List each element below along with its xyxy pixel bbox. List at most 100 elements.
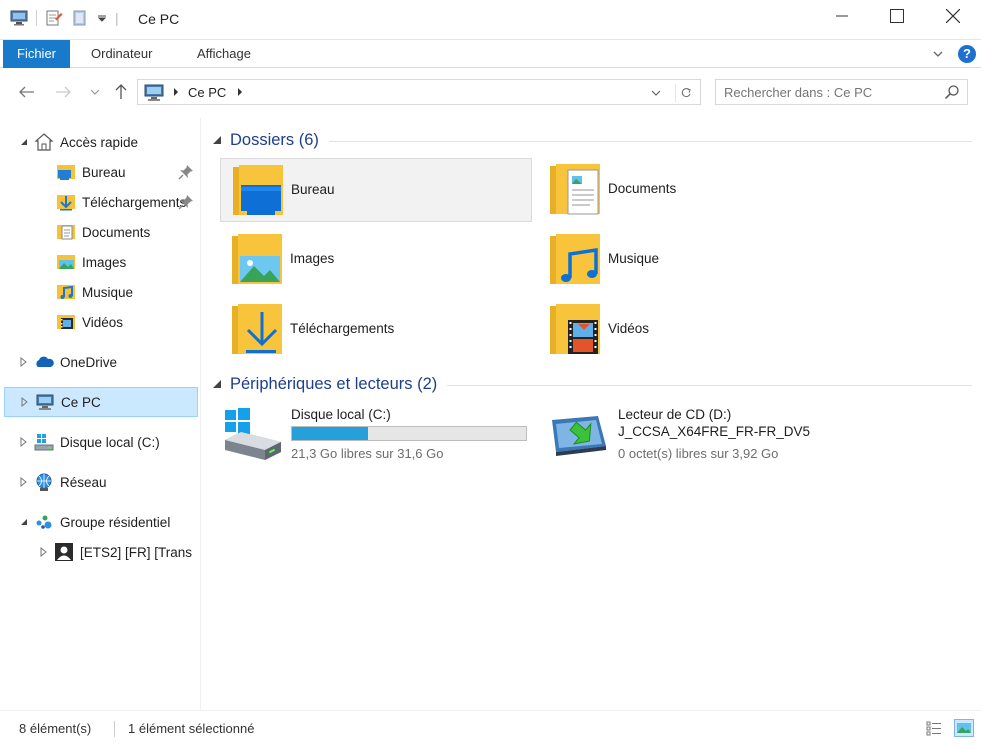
folder-label: Musique	[608, 251, 660, 266]
status-divider	[114, 721, 115, 737]
nav-item-onedrive[interactable]: OneDrive	[4, 347, 198, 377]
search-icon[interactable]	[944, 84, 960, 100]
nav-item-reseau[interactable]: Réseau	[4, 467, 198, 497]
music-folder-icon	[550, 234, 600, 284]
videos-folder-icon	[550, 304, 600, 354]
collapsed-arrow-icon[interactable]	[18, 477, 30, 487]
nav-item-telechargements[interactable]: Téléchargements	[4, 187, 198, 217]
expanded-arrow-icon[interactable]	[18, 138, 30, 146]
back-button[interactable]	[16, 82, 38, 102]
large-icons-view-icon	[957, 723, 971, 733]
maximize-icon	[890, 9, 904, 23]
chevron-right-icon[interactable]	[236, 86, 244, 98]
group-header-peripheriques[interactable]: Périphériques et lecteurs (2)	[212, 372, 972, 396]
group-title: Périphériques et lecteurs (2)	[230, 374, 438, 393]
star-home-icon	[34, 133, 54, 151]
drive-tile-d[interactable]: Lecteur de CD (D:) J_CCSA_X64FRE_FR-FR_DV…	[548, 406, 868, 470]
breadcrumb-ce-pc[interactable]: Ce PC	[188, 85, 226, 100]
nav-item-bureau[interactable]: Bureau	[4, 157, 198, 187]
group-header-dossiers[interactable]: Dossiers (6)	[212, 128, 972, 152]
nav-item-images[interactable]: Images	[4, 247, 198, 277]
nav-item-ce-pc[interactable]: Ce PC	[4, 387, 198, 417]
address-bar[interactable]: Ce PC	[137, 79, 701, 105]
arrow-right-icon	[56, 86, 71, 98]
music-folder-icon	[57, 285, 75, 299]
nav-item-videos[interactable]: Vidéos	[4, 307, 198, 337]
download-folder-icon	[57, 195, 75, 211]
tab-affichage[interactable]: Affichage	[183, 40, 265, 68]
nav-item-acces-rapide[interactable]: Accès rapide	[4, 127, 198, 157]
up-button[interactable]	[110, 82, 132, 102]
expanded-arrow-icon[interactable]	[212, 135, 222, 145]
collapsed-arrow-icon[interactable]	[38, 547, 50, 557]
nav-item-groupe-residentiel[interactable]: Groupe résidentiel	[4, 507, 198, 537]
help-icon[interactable]: ?	[958, 45, 976, 63]
drive-name-line-1: Lecteur de CD (D:)	[618, 407, 732, 422]
drive-free-space: 21,3 Go libres sur 31,6 Go	[291, 446, 444, 461]
minimize-button[interactable]	[814, 0, 870, 32]
new-folder-icon[interactable]	[71, 9, 89, 27]
minimize-icon	[836, 15, 848, 17]
folder-label: Documents	[608, 181, 677, 196]
properties-icon[interactable]	[45, 9, 63, 27]
folder-tile-bureau[interactable]: Bureau	[220, 158, 532, 222]
group-title: Dossiers (6)	[230, 130, 319, 149]
collapsed-arrow-icon[interactable]	[19, 397, 31, 407]
nav-item-label: Ce PC	[61, 394, 101, 410]
chevron-down-icon[interactable]	[650, 87, 662, 99]
download-folder-icon	[232, 304, 282, 354]
videos-folder-icon	[57, 315, 75, 329]
nav-item-disque-local[interactable]: Disque local (C:)	[4, 427, 198, 457]
search-input[interactable]	[724, 83, 934, 101]
pin-icon[interactable]	[178, 164, 194, 180]
computer-icon[interactable]	[10, 10, 28, 26]
nav-item-homegroup-user[interactable]: [ETS2] [FR] [Trans	[4, 537, 198, 567]
folder-label: Images	[290, 251, 335, 266]
arrow-left-icon	[19, 86, 34, 98]
drive-name-line-2: J_CCSA_X64FRE_FR-FR_DV5	[618, 424, 811, 439]
computer-icon	[144, 84, 164, 101]
collapsed-arrow-icon[interactable]	[18, 357, 30, 367]
folder-tile-videos[interactable]: Vidéos	[538, 298, 850, 362]
arrow-up-icon	[115, 84, 127, 99]
chevron-down-icon[interactable]	[97, 13, 107, 23]
pin-icon[interactable]	[178, 194, 194, 210]
nav-item-label: Documents	[82, 224, 151, 240]
folder-tile-telechargements[interactable]: Téléchargements	[220, 298, 532, 362]
expanded-arrow-icon[interactable]	[18, 518, 30, 526]
recent-locations-button[interactable]	[84, 82, 106, 102]
expand-ribbon-icon[interactable]	[931, 47, 945, 61]
nav-item-musique[interactable]: Musique	[4, 277, 198, 307]
nav-item-label: [ETS2] [FR] [Trans	[80, 544, 193, 560]
search-box[interactable]	[715, 79, 968, 105]
hard-drive-icon	[225, 408, 281, 460]
nav-item-documents[interactable]: Documents	[4, 217, 198, 247]
status-bar: 8 élément(s) 1 élément sélectionné	[0, 710, 981, 744]
close-button[interactable]	[925, 0, 981, 32]
group-divider	[447, 384, 972, 386]
drive-name: Disque local (C:)	[291, 407, 391, 422]
chevron-right-icon[interactable]	[172, 86, 180, 98]
documents-folder-icon	[57, 225, 75, 240]
item-count: 8 élément(s)	[19, 721, 92, 736]
tab-ordinateur[interactable]: Ordinateur	[77, 40, 166, 68]
folder-tile-images[interactable]: Images	[220, 228, 532, 292]
details-view-icon[interactable]	[926, 720, 942, 736]
content-pane: Dossiers (6) Bureau Documents Images Mus…	[202, 118, 981, 710]
collapsed-arrow-icon[interactable]	[18, 437, 30, 447]
folder-tile-musique[interactable]: Musique	[538, 228, 850, 292]
folder-tile-documents[interactable]: Documents	[538, 158, 850, 222]
title-divider: |	[115, 10, 119, 26]
title-bar: | Ce PC	[0, 0, 981, 40]
computer-icon	[36, 394, 54, 410]
nav-item-label: Musique	[82, 284, 134, 300]
refresh-icon[interactable]	[675, 84, 693, 102]
large-icons-view-button[interactable]	[954, 719, 974, 737]
nav-item-label: Groupe résidentiel	[60, 514, 171, 530]
maximize-button[interactable]	[869, 0, 925, 32]
tab-fichier[interactable]: Fichier	[3, 40, 71, 68]
folder-label: Vidéos	[608, 321, 650, 336]
forward-button[interactable]	[52, 82, 74, 102]
drive-tile-c[interactable]: Disque local (C:) 21,3 Go libres sur 31,…	[221, 406, 541, 470]
expanded-arrow-icon[interactable]	[212, 379, 222, 389]
